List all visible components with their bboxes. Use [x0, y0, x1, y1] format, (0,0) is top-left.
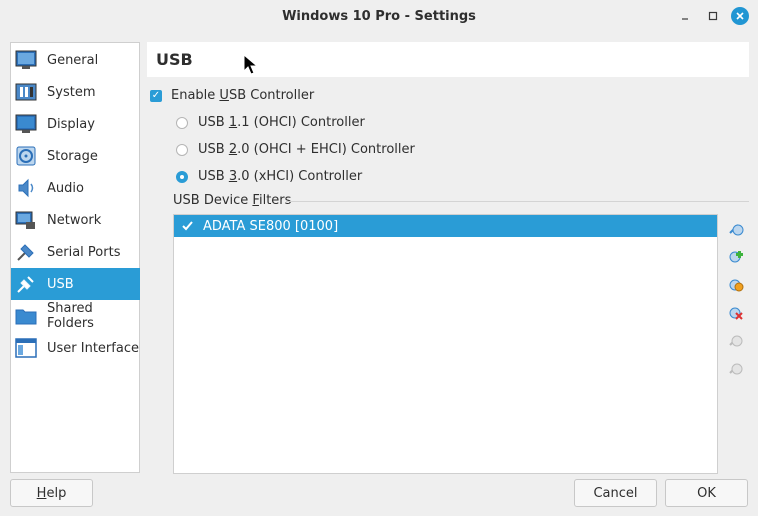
usb30-controller-radio[interactable]: USB 3.0 (xHCI) Controller [176, 169, 362, 184]
radio-selected-icon[interactable] [176, 170, 188, 183]
shared-folders-icon [15, 305, 37, 327]
window-title: Windows 10 Pro - Settings [282, 9, 476, 24]
sidebar-item-label: System [47, 84, 96, 100]
page-header: USB [147, 42, 749, 77]
remove-filter-icon[interactable] [726, 303, 744, 321]
list-item[interactable]: ADATA SE800 [0100] [174, 215, 717, 237]
settings-sidebar: General System Display Storage Audio Net… [10, 42, 140, 473]
ok-button[interactable]: OK [665, 479, 748, 507]
add-empty-filter-icon[interactable] [726, 219, 744, 237]
sidebar-item-label: General [47, 52, 99, 68]
system-icon [15, 81, 37, 103]
cancel-button[interactable]: Cancel [574, 479, 657, 507]
radio-label: USB 1.1 (OHCI) Controller [198, 115, 365, 130]
storage-icon [15, 145, 37, 167]
edit-filter-icon[interactable] [726, 275, 744, 293]
sidebar-item-user-interface[interactable]: User Interface [11, 332, 140, 364]
checkbox-checked-icon[interactable]: ✓ [150, 89, 162, 102]
minimize-icon[interactable] [677, 8, 693, 24]
radio-unselected-icon[interactable] [176, 143, 188, 156]
filters-heading-label: USB Device Filters [173, 193, 292, 208]
move-down-icon[interactable] [726, 359, 744, 377]
general-icon [15, 49, 37, 71]
close-icon[interactable] [731, 7, 749, 25]
check-icon[interactable] [181, 220, 195, 232]
usb-device-filters-heading: USB Device Filters [173, 193, 749, 209]
radio-label: USB 2.0 (OHCI + EHCI) Controller [198, 142, 415, 157]
sidebar-item-label: USB [47, 276, 74, 292]
sidebar-item-label: User Interface [47, 340, 139, 356]
sidebar-item-label: Display [47, 116, 95, 132]
radio-unselected-icon[interactable] [176, 116, 188, 129]
sidebar-item-label: Network [47, 212, 102, 228]
radio-label: USB 3.0 (xHCI) Controller [198, 169, 363, 184]
sidebar-item-label: Serial Ports [47, 244, 121, 260]
serial-ports-icon [15, 241, 37, 263]
usb-icon [15, 273, 37, 295]
user-interface-icon [15, 337, 37, 359]
sidebar-item-audio[interactable]: Audio [11, 172, 140, 204]
mouse-cursor-icon [243, 53, 259, 80]
audio-icon [15, 177, 37, 199]
enable-usb-controller-checkbox[interactable]: ✓ Enable USB Controller [150, 88, 314, 103]
usb-filters-list[interactable]: ADATA SE800 [0100] [173, 214, 718, 474]
sidebar-item-serial-ports[interactable]: Serial Ports [11, 236, 140, 268]
maximize-icon[interactable] [705, 8, 721, 24]
sidebar-item-network[interactable]: Network [11, 204, 140, 236]
enable-usb-label: Enable USB Controller [171, 88, 315, 103]
filter-item-label: ADATA SE800 [0100] [203, 218, 339, 234]
sidebar-item-label: Shared Folders [47, 301, 94, 331]
help-button[interactable]: Help [10, 479, 93, 507]
sidebar-item-shared-folders[interactable]: Shared Folders [11, 300, 140, 332]
display-icon [15, 113, 37, 135]
sidebar-item-usb[interactable]: USB [11, 268, 140, 300]
page-title: USB [156, 50, 193, 69]
sidebar-item-label: Storage [47, 148, 98, 164]
usb20-controller-radio[interactable]: USB 2.0 (OHCI + EHCI) Controller [176, 142, 415, 157]
sidebar-item-storage[interactable]: Storage [11, 140, 140, 172]
network-icon [15, 209, 37, 231]
sidebar-item-general[interactable]: General [11, 44, 140, 76]
sidebar-item-system[interactable]: System [11, 76, 140, 108]
add-filter-from-device-icon[interactable] [726, 247, 744, 265]
move-up-icon[interactable] [726, 331, 744, 349]
title-bar: Windows 10 Pro - Settings [0, 0, 758, 33]
usb11-controller-radio[interactable]: USB 1.1 (OHCI) Controller [176, 115, 365, 130]
heading-divider [286, 201, 749, 202]
sidebar-item-label: Audio [47, 180, 84, 196]
sidebar-item-display[interactable]: Display [11, 108, 140, 140]
